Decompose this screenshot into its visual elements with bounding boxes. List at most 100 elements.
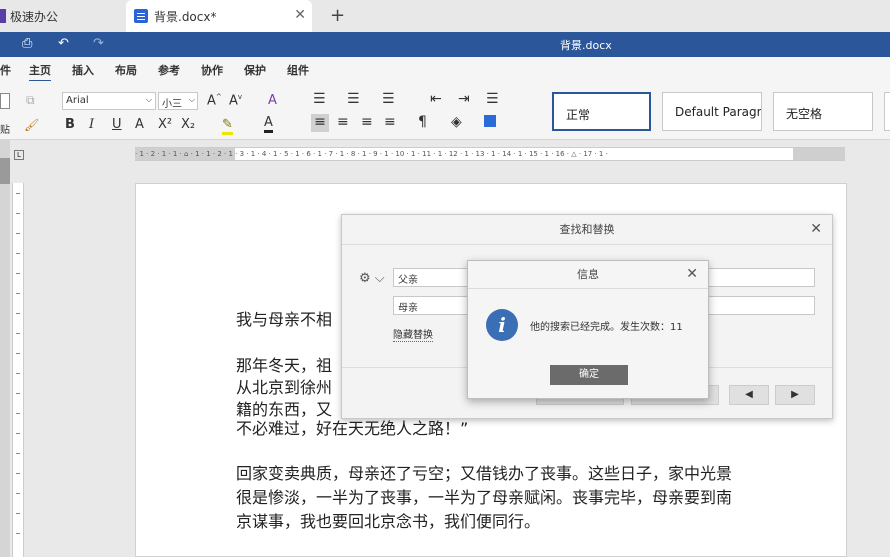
- document-line: 不必难过，好在天无绝人之路！”: [236, 419, 469, 438]
- align-center-icon[interactable]: ≡: [337, 114, 349, 130]
- find-value: 父亲: [398, 275, 418, 286]
- ruler-tick: [16, 533, 20, 534]
- window-title: 背景.docx: [560, 39, 612, 52]
- paragraph-marks-icon[interactable]: ¶: [418, 114, 427, 130]
- tab-jisu-office[interactable]: 极速办公: [0, 0, 118, 32]
- numbered-list-icon[interactable]: ☰: [347, 91, 360, 107]
- align-left-icon[interactable]: ≡: [311, 114, 329, 132]
- strikethrough-icon[interactable]: A: [135, 117, 144, 132]
- bullet-list-icon[interactable]: ☰: [313, 91, 326, 107]
- menu-references[interactable]: 参考: [158, 62, 180, 78]
- menu-insert[interactable]: 插入: [72, 62, 94, 78]
- ruler-tick: [16, 293, 20, 294]
- format-painter-icon[interactable]: 🖌: [24, 118, 39, 132]
- arrow-left-icon: ◀: [745, 389, 753, 400]
- close-icon[interactable]: ✕: [686, 266, 698, 282]
- ruler-tick: [16, 473, 20, 474]
- increase-indent-icon[interactable]: ⇥: [458, 91, 470, 107]
- vertical-ruler[interactable]: [12, 183, 24, 557]
- tab-label: 背景.docx*: [154, 9, 217, 24]
- find-previous-button[interactable]: ◀: [729, 385, 769, 405]
- style-no-spacing[interactable]: 无空格: [773, 92, 873, 131]
- ruler-margin-right: [793, 148, 845, 160]
- ruler-tick: [16, 333, 20, 334]
- ok-button[interactable]: 确定: [550, 365, 628, 385]
- ruler-tick: [16, 393, 20, 394]
- style-normal[interactable]: 正常: [552, 92, 651, 131]
- paste-label: 贴: [0, 125, 10, 136]
- font-size-select[interactable]: 小三 ⌵: [158, 92, 198, 110]
- menu-file[interactable]: 件: [0, 62, 11, 78]
- close-tab-icon[interactable]: ✕: [294, 7, 306, 23]
- paste-icon[interactable]: [0, 93, 10, 109]
- gear-icon[interactable]: ⚙ ⌵: [359, 271, 385, 286]
- borders-icon[interactable]: [484, 115, 496, 127]
- multilevel-list-icon[interactable]: ☰: [382, 91, 395, 107]
- new-tab-icon[interactable]: +: [330, 5, 345, 26]
- style-label: 正常: [566, 108, 591, 122]
- close-icon[interactable]: ✕: [810, 221, 822, 237]
- menu-plugins[interactable]: 组件: [287, 62, 309, 78]
- hide-replace-link[interactable]: 隐藏替换: [393, 326, 433, 342]
- tab-document[interactable]: 背景.docx* ✕: [126, 0, 312, 32]
- justify-icon[interactable]: ≡: [384, 114, 396, 130]
- underline-icon[interactable]: U: [112, 117, 122, 132]
- tab-stop-selector[interactable]: L: [14, 150, 24, 160]
- ribbon-toolbar: 贴 ⧉ 🖌 Arial ⌵ 小三 ⌵ A^ Av A B I U A X² X₂…: [0, 81, 890, 140]
- font-name-select[interactable]: Arial ⌵: [62, 92, 156, 110]
- ruler-marks: · 1 · 2 · 1 · 1 · ⌂ · 1 · 1 · 2 · 1 · 3 …: [135, 150, 608, 158]
- document-line: 回家变卖典质，母亲还了亏空；又借钱办了丧事。这些日子，家中光景: [236, 464, 733, 483]
- font-name-value: Arial: [66, 95, 89, 106]
- ruler-tick: [16, 413, 20, 414]
- ruler-tick: [16, 493, 20, 494]
- ruler-tick: [16, 373, 20, 374]
- document-icon: [134, 9, 148, 23]
- shading-icon[interactable]: ◈: [451, 114, 462, 130]
- style-next[interactable]: [884, 92, 890, 131]
- find-next-button[interactable]: ▶: [775, 385, 815, 405]
- highlight-icon[interactable]: ✎: [222, 117, 233, 135]
- bold-icon[interactable]: B: [65, 117, 75, 132]
- font-color-icon[interactable]: A: [264, 115, 273, 133]
- ruler-tick: [16, 233, 20, 234]
- align-right-icon[interactable]: ≡: [361, 114, 373, 130]
- undo-icon[interactable]: ↶: [58, 36, 69, 51]
- style-label: 无空格: [786, 107, 823, 121]
- app-icon: [0, 9, 6, 23]
- subscript-icon[interactable]: X₂: [181, 117, 195, 132]
- document-line: 京谋事，我也要回北京念书，我们便同行。: [236, 512, 541, 531]
- tab-bar: 极速办公 背景.docx* ✕ +: [0, 0, 890, 32]
- ruler-tick: [16, 353, 20, 354]
- decrease-font-icon[interactable]: Av: [229, 93, 242, 108]
- document-line: 我与母亲不相: [236, 310, 333, 329]
- clear-format-icon[interactable]: A: [268, 93, 277, 108]
- title-bar: ⎙ ↶ ↷ 背景.docx: [0, 32, 890, 57]
- menu-home[interactable]: 主页: [29, 62, 51, 82]
- info-icon: i: [486, 309, 518, 341]
- document-line: 那年冬天，祖: [236, 356, 333, 375]
- menu-layout[interactable]: 布局: [115, 62, 137, 78]
- italic-icon[interactable]: I: [89, 117, 94, 132]
- print-icon[interactable]: ⎙: [22, 36, 32, 51]
- menu-protect[interactable]: 保护: [244, 62, 266, 78]
- document-line: 很是惨淡，一半为了丧事，一半为了母亲赋闲。丧事完毕，母亲要到南: [236, 488, 733, 507]
- style-label: Default Paragraph: [675, 105, 762, 119]
- info-message: 他的搜索已经完成。发生次数：11: [530, 322, 683, 333]
- style-default-paragraph[interactable]: Default Paragraph: [662, 92, 762, 131]
- chevron-down-icon: ⌵: [145, 95, 152, 104]
- ruler-tick: [16, 253, 20, 254]
- horizontal-ruler[interactable]: · 1 · 2 · 1 · 1 · ⌂ · 1 · 1 · 2 · 1 · 3 …: [135, 147, 845, 161]
- increase-font-icon[interactable]: A^: [207, 93, 222, 108]
- ruler-tick: [16, 513, 20, 514]
- replace-value: 母亲: [398, 303, 418, 314]
- chevron-down-icon: ⌵: [188, 95, 195, 104]
- tab-label: 极速办公: [10, 9, 59, 24]
- copy-icon[interactable]: ⧉: [26, 93, 35, 108]
- redo-icon[interactable]: ↷: [93, 36, 104, 51]
- superscript-icon[interactable]: X²: [158, 117, 172, 132]
- decrease-indent-icon[interactable]: ⇤: [430, 91, 442, 107]
- dialog-title: 查找和替换: [342, 215, 832, 245]
- left-panel-thumb[interactable]: [0, 158, 10, 184]
- line-spacing-icon[interactable]: ☰: [486, 91, 499, 107]
- menu-collaborate[interactable]: 协作: [201, 62, 223, 78]
